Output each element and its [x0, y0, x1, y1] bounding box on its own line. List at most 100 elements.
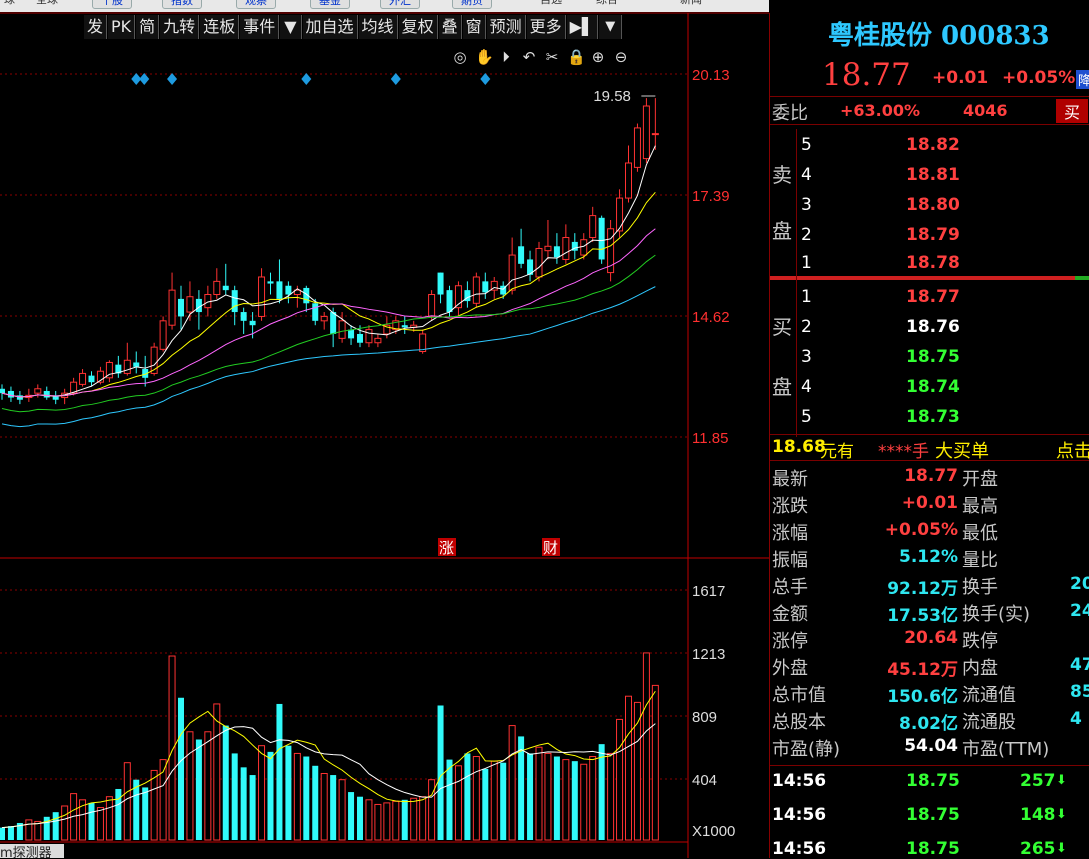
stat-label: 总股本 — [772, 712, 826, 733]
volume-bar — [96, 807, 104, 841]
stat-label: 涨跌 — [772, 496, 808, 517]
bid-side-label: 盘 — [772, 375, 792, 399]
play-icon[interactable]: ⏵ — [498, 47, 514, 67]
top-tab[interactable]: 新闻 — [680, 0, 702, 7]
toolbar-button[interactable]: 窗 — [462, 15, 486, 39]
toolbar-button[interactable]: ▶▌ — [566, 15, 599, 39]
toolbar-button[interactable]: 简 — [136, 15, 160, 39]
toolbar-button[interactable]: 均线 — [358, 15, 398, 39]
ask-level: 5 — [801, 135, 812, 155]
candle-body — [589, 215, 597, 239]
lock-icon[interactable]: 🔒 — [567, 47, 586, 67]
volume-tick-label: 809 — [692, 709, 717, 726]
toolbar-button[interactable]: PK — [108, 15, 136, 39]
trend-badge: 降 — [1076, 70, 1089, 89]
ask-price: 18.79 — [906, 225, 960, 245]
candle-body — [544, 245, 552, 252]
price-tick-label: 20.13 — [692, 67, 730, 84]
toolbar-button[interactable]: 加自选 — [302, 15, 358, 39]
toolbar-button[interactable]: ▼ — [599, 15, 623, 39]
stat-value: 20 — [1070, 574, 1089, 594]
eye-icon[interactable]: ◎ — [452, 47, 468, 67]
toolbar-button[interactable]: 叠 — [438, 15, 462, 39]
tick-price: 18.75 — [906, 839, 960, 859]
top-tab[interactable]: 球 — [4, 0, 15, 7]
event-marker-text: 财 — [543, 539, 558, 557]
volume-bar — [178, 697, 184, 840]
top-tab[interactable]: 全球 — [36, 0, 58, 7]
candle-body — [213, 280, 221, 296]
top-tab[interactable]: 外汇 — [380, 0, 420, 9]
volume-bar — [642, 652, 650, 841]
volume-bar — [285, 745, 292, 840]
candle-body — [472, 276, 480, 304]
top-tab[interactable]: 综合 — [596, 0, 618, 7]
volume-bar — [571, 761, 578, 840]
event-diamond[interactable] — [390, 73, 401, 85]
event-diamond[interactable] — [301, 73, 312, 85]
big-order-unit: 元有 — [820, 442, 854, 462]
stat-label: 内盘 — [962, 658, 998, 679]
toolbar-button[interactable]: 复权 — [398, 15, 438, 39]
volume-bar — [320, 773, 328, 841]
top-tab[interactable]: 自选 — [540, 0, 562, 7]
stat-label: 流通股 — [962, 712, 1016, 733]
candle-body — [0, 388, 5, 394]
toolbar-button[interactable]: 连板 — [200, 15, 240, 39]
toolbar-button[interactable]: 更多 — [526, 15, 566, 39]
candle-body — [428, 294, 436, 317]
top-tab[interactable]: 期货 — [452, 0, 492, 9]
ask-price: 18.81 — [906, 165, 960, 185]
price-tick-label: 14.62 — [692, 309, 730, 326]
volume-bar — [464, 753, 471, 840]
big-order-qty: ****手 — [878, 442, 929, 462]
event-diamond[interactable] — [167, 73, 178, 85]
candle-body — [374, 337, 382, 344]
weibi-value: +63.00% — [840, 101, 921, 120]
bid-price: 18.75 — [906, 347, 960, 367]
toolbar-button[interactable]: 发 — [84, 15, 108, 39]
top-tab[interactable]: 个股 — [92, 0, 132, 9]
volume-bar — [454, 765, 462, 841]
candlestick-chart[interactable]: 20.13 17.39 14.62 11.85 1617 1213 809 404 X1000 1… — [0, 0, 769, 858]
volume-bar — [213, 703, 221, 841]
candle-body — [222, 285, 229, 291]
stat-label: 换手(实) — [962, 604, 1031, 625]
candle-body — [508, 254, 516, 291]
top-tab-strip: 球 全球 个股 指数 观察 基金 外汇 期货 自选 综合 新闻 — [0, 0, 769, 12]
hand-icon[interactable]: ✋ — [475, 47, 494, 67]
top-tab[interactable]: 指数 — [162, 0, 202, 9]
scissors-icon[interactable]: ✂ — [544, 47, 560, 67]
volume-bar — [7, 826, 14, 840]
candle-body — [43, 390, 50, 398]
price-change: +0.01 — [932, 68, 989, 88]
stat-label: 外盘 — [772, 658, 808, 679]
volume-tick-label: 1617 — [692, 583, 725, 600]
event-diamond[interactable] — [139, 73, 150, 85]
toolbar-button[interactable]: 事件 — [240, 15, 280, 39]
ma10-line — [1, 191, 656, 398]
down-arrow-icon: ⬇ — [1056, 807, 1067, 822]
volume-bar — [562, 759, 570, 841]
volume-bar — [428, 779, 436, 841]
top-tab[interactable]: 观察 — [236, 0, 276, 9]
stat-label: 最低 — [962, 523, 998, 544]
top-tab[interactable]: 基金 — [310, 0, 350, 9]
bottom-tab-label[interactable]: m探测器 — [0, 846, 52, 858]
toolbar-button[interactable]: ▼ — [280, 15, 302, 39]
zoom-out-icon[interactable]: ⊖ — [613, 47, 629, 67]
toolbar-button[interactable]: 九转 — [160, 15, 200, 39]
volume-bar — [195, 739, 202, 840]
toolbar-button[interactable]: 预测 — [486, 15, 526, 39]
candle-body — [34, 388, 42, 394]
zoom-in-icon[interactable]: ⊕ — [590, 47, 606, 67]
candle-body — [518, 246, 525, 264]
undo-icon[interactable]: ↶ — [521, 47, 537, 67]
event-diamond[interactable] — [480, 73, 491, 85]
candle-body — [276, 281, 283, 299]
tick-time: 14:56 — [772, 839, 827, 859]
buy-button[interactable]: 买 — [1056, 99, 1089, 123]
stat-label: 最新 — [772, 469, 808, 490]
tick-volume: 257 — [1020, 771, 1056, 791]
volume-bar — [142, 787, 149, 840]
